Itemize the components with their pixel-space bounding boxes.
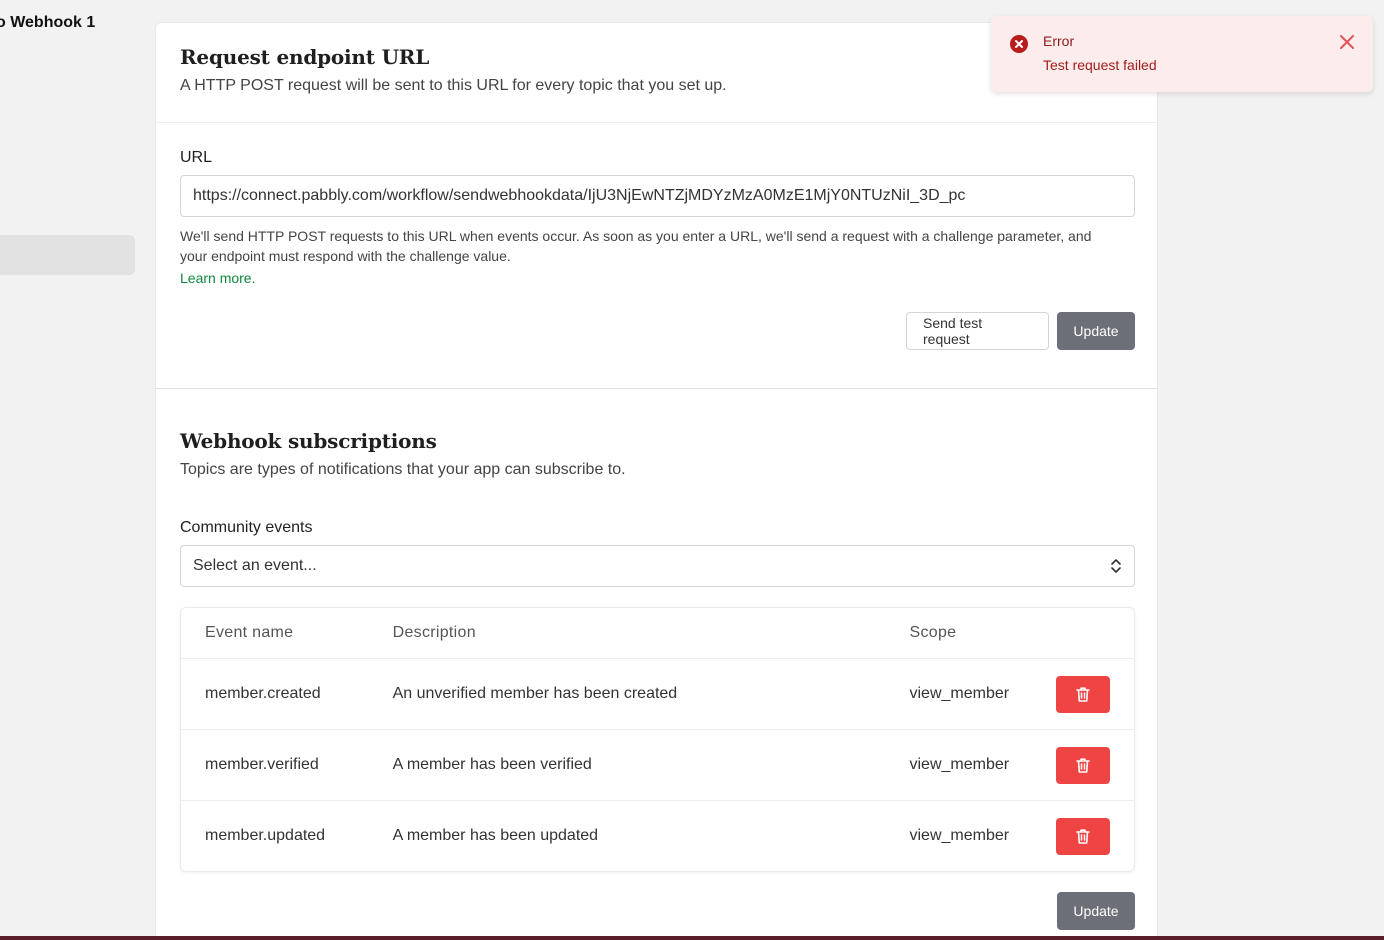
close-icon[interactable] <box>1339 34 1355 50</box>
trash-icon <box>1076 757 1090 773</box>
url-input[interactable]: https://connect.pabbly.com/workflow/send… <box>180 175 1135 217</box>
community-events-label: Community events <box>180 519 313 536</box>
webhook-settings-card: Request endpoint URL A HTTP POST request… <box>155 22 1158 940</box>
delete-subscription-button[interactable] <box>1056 675 1111 713</box>
url-section: URL https://connect.pabbly.com/workflow/… <box>156 123 1157 389</box>
subscriptions-actions: Update <box>180 892 1135 930</box>
description-cell: An unverified member has been created <box>392 685 678 702</box>
error-toast: Error Test request failed <box>991 16 1373 92</box>
table-row: member.updated A member has been updated… <box>181 800 1134 871</box>
endpoint-actions: Send test request Update <box>180 312 1135 350</box>
page: o Webhook 1 Request endpoint URL A HTTP … <box>0 0 1384 940</box>
bottom-bar <box>0 936 1384 940</box>
subscriptions-section: Webhook subscriptions Topics are types o… <box>156 389 1157 930</box>
toast-title: Error <box>1043 33 1075 49</box>
sidebar-title: o Webhook 1 <box>0 14 96 31</box>
column-header-scope: Scope <box>909 624 957 641</box>
update-url-button[interactable]: Update <box>1057 312 1135 350</box>
select-arrows-icon <box>1111 559 1121 573</box>
delete-subscription-button[interactable] <box>1056 817 1111 855</box>
url-label: URL <box>180 149 213 166</box>
description-cell: A member has been updated <box>392 827 599 844</box>
table-row: member.created An unverified member has … <box>181 658 1134 729</box>
event-name-cell: member.verified <box>205 756 319 773</box>
scope-cell: view_member <box>909 685 1010 702</box>
trash-icon <box>1076 828 1090 844</box>
trash-icon <box>1076 686 1090 702</box>
community-events-select[interactable]: Select an event... <box>180 545 1135 587</box>
subscriptions-table: Event name Description Scope member.crea… <box>180 607 1135 872</box>
error-circle-icon <box>1010 35 1028 53</box>
subscriptions-heading: Webhook subscriptions <box>180 429 437 453</box>
sidebar-active-item[interactable] <box>0 235 135 275</box>
url-help-text: We'll send HTTP POST requests to this UR… <box>180 228 1092 264</box>
subscriptions-subtitle: Topics are types of notifications that y… <box>180 461 626 478</box>
column-header-event-name: Event name <box>205 624 294 641</box>
description-cell: A member has been verified <box>392 756 592 773</box>
send-test-request-button[interactable]: Send test request <box>906 312 1049 350</box>
scope-cell: view_member <box>909 827 1010 844</box>
table-row: member.verified A member has been verifi… <box>181 729 1134 800</box>
toast-message: Test request failed <box>1043 57 1157 73</box>
event-name-cell: member.updated <box>205 827 326 844</box>
event-name-cell: member.created <box>205 685 321 702</box>
select-placeholder: Select an event... <box>193 557 317 574</box>
learn-more-link[interactable]: Learn more. <box>180 270 255 286</box>
update-subscriptions-button[interactable]: Update <box>1057 892 1135 930</box>
scope-cell: view_member <box>909 756 1010 773</box>
column-header-description: Description <box>392 624 476 641</box>
table-header: Event name Description Scope <box>181 608 1134 658</box>
delete-subscription-button[interactable] <box>1056 746 1111 784</box>
